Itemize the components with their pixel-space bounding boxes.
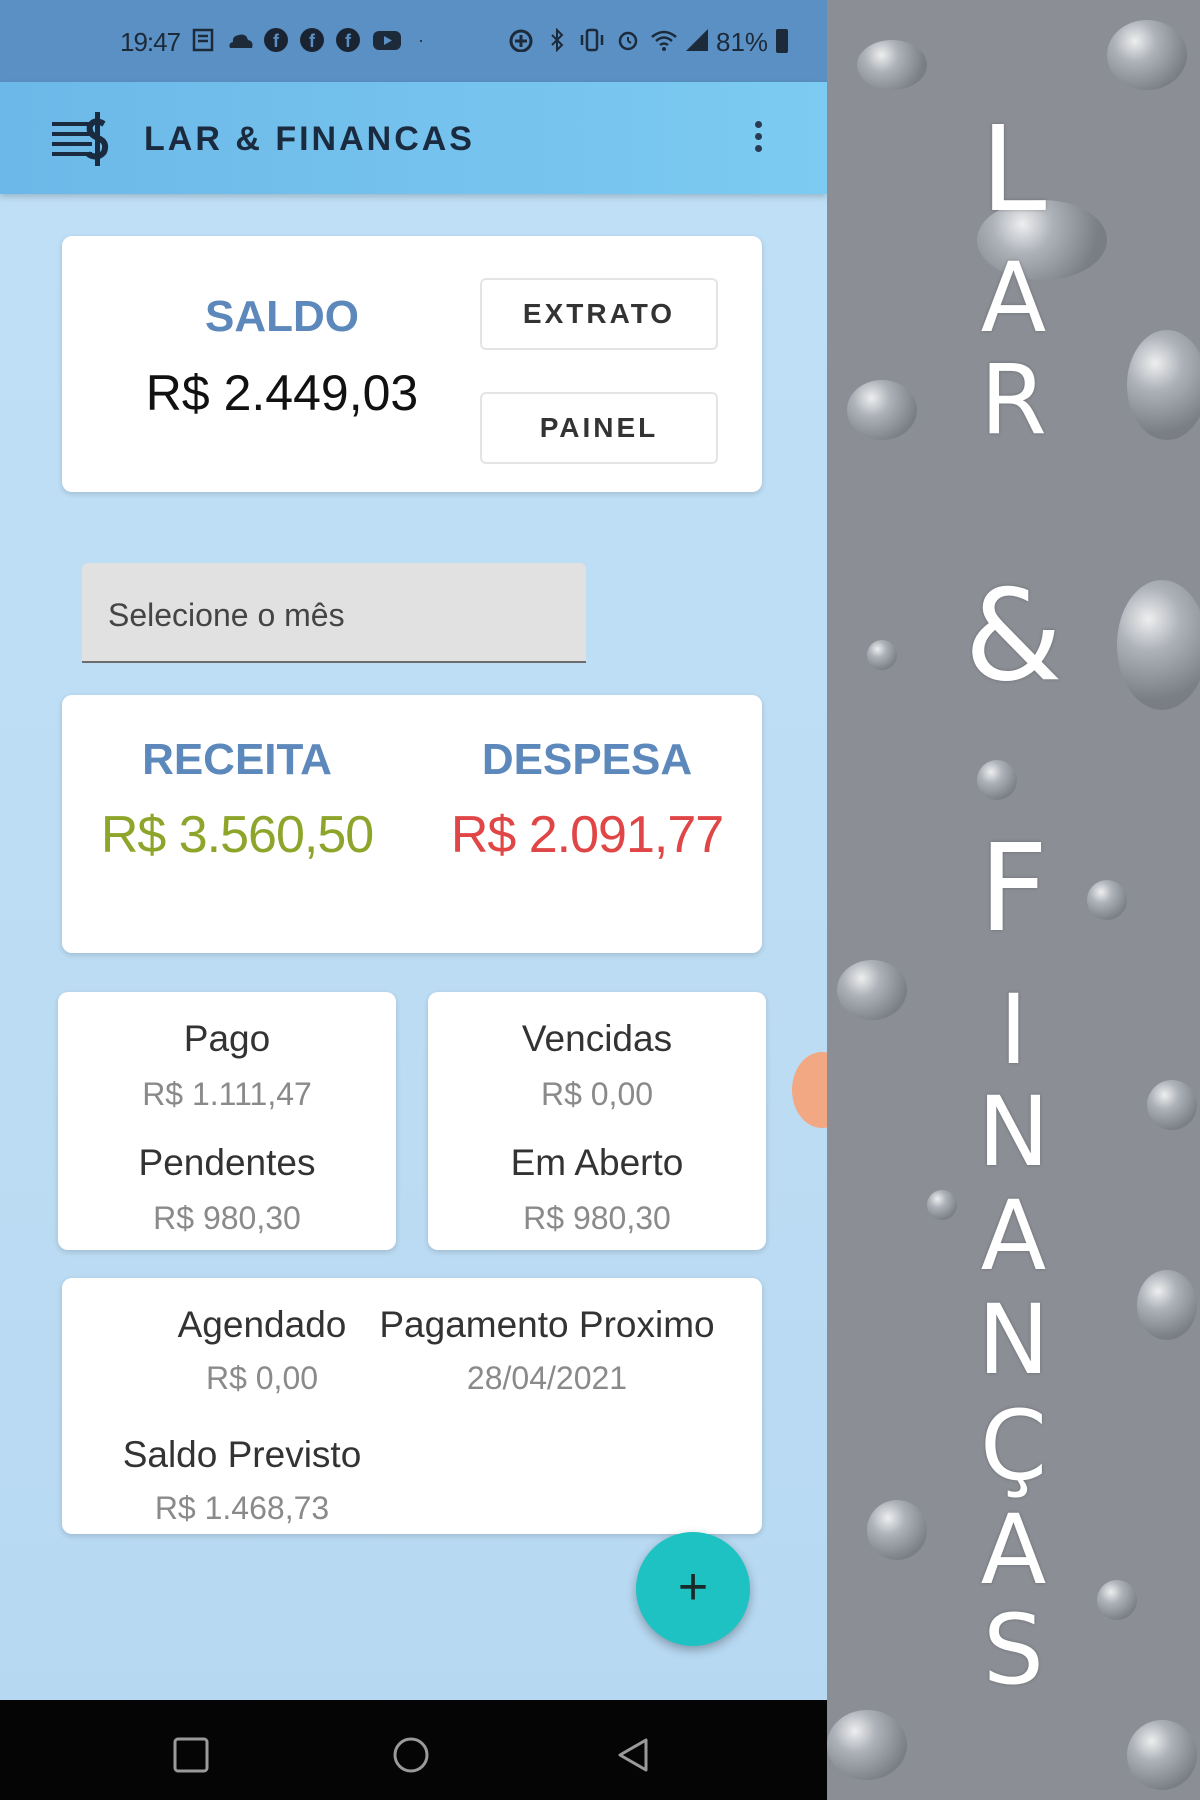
- water-drop: [1127, 1720, 1197, 1790]
- banner-letter: S: [983, 1594, 1044, 1706]
- phone-screen: 19:47 f f f · 81% LAR & FINANCAS SALDO R…: [0, 0, 827, 1800]
- income-summary: RECEITA R$ 3.560,50: [62, 735, 412, 865]
- balance-label: SALDO: [205, 292, 359, 341]
- facebook-icon: f: [336, 28, 360, 52]
- next-payment-cell: Pagamento Proximo 28/04/2021: [362, 1304, 732, 1397]
- vibrate-icon: [580, 28, 604, 52]
- more-vert-icon[interactable]: [748, 118, 768, 158]
- expense-summary: DESPESA R$ 2.091,77: [412, 735, 762, 865]
- app-title: LAR & FINANCAS: [144, 120, 475, 158]
- banner-letter: N: [977, 1076, 1050, 1188]
- month-select-field[interactable]: Selecione o mês: [82, 563, 586, 663]
- side-banner: L A R & F I N A N Ç A S: [827, 0, 1200, 1800]
- cloud-icon: [229, 34, 253, 48]
- scheduled-value: R$ 0,00: [205, 1360, 319, 1396]
- banner-letter: &: [964, 562, 1063, 709]
- banner-letter: A: [980, 1494, 1047, 1606]
- bluetooth-icon: [551, 28, 564, 52]
- month-select-placeholder: Selecione o mês: [108, 597, 345, 633]
- overdue-label: Vencidas: [521, 1018, 673, 1059]
- next-payment-label: Pagamento Proximo: [379, 1304, 715, 1345]
- water-drop: [1107, 20, 1187, 90]
- scheduled-cell: Agendado R$ 0,00: [152, 1304, 372, 1397]
- water-drop: [827, 1710, 907, 1780]
- banner-letter: R: [980, 344, 1047, 456]
- overdue-open-card: Vencidas R$ 0,00 Em Aberto R$ 980,30: [428, 992, 766, 1250]
- income-label: RECEITA: [142, 735, 332, 784]
- forecast-balance-cell: Saldo Previsto R$ 1.468,73: [122, 1434, 362, 1527]
- more-notifications-icon: ·: [418, 30, 424, 50]
- pending-label: Pendentes: [138, 1142, 316, 1183]
- facebook-icon: f: [300, 28, 324, 52]
- balance-value: R$ 2.449,03: [145, 365, 419, 421]
- battery-percent: 81%: [716, 27, 769, 57]
- paid-label: Pago: [183, 1018, 271, 1059]
- dollar-menu-icon[interactable]: [50, 110, 110, 168]
- open-label: Em Aberto: [510, 1142, 684, 1183]
- overdue-value: R$ 0,00: [540, 1076, 654, 1112]
- pending-value: R$ 980,30: [153, 1200, 301, 1236]
- circle-icon[interactable]: [392, 1736, 430, 1774]
- water-drop: [977, 760, 1017, 800]
- banner-letter: L: [980, 100, 1047, 238]
- status-time: 19:47: [120, 27, 181, 57]
- expense-label: DESPESA: [481, 735, 693, 784]
- youtube-icon: [373, 31, 401, 50]
- signal-icon: [686, 29, 708, 51]
- banner-letter: F: [978, 820, 1049, 959]
- banner-letter: N: [977, 1284, 1050, 1396]
- statement-button[interactable]: EXTRATO: [480, 278, 718, 350]
- add-button[interactable]: +: [636, 1532, 750, 1646]
- battery-icon: [776, 29, 788, 53]
- forecast-balance-value: R$ 1.468,73: [154, 1490, 330, 1526]
- triangle-back-icon[interactable]: [614, 1736, 652, 1774]
- balance-card: SALDO R$ 2.449,03 EXTRATO PAINEL: [62, 236, 762, 492]
- water-drop: [857, 40, 927, 90]
- forecast-balance-label: Saldo Previsto: [122, 1434, 362, 1475]
- scheduled-label: Agendado: [177, 1304, 347, 1345]
- facebook-icon: f: [264, 28, 288, 52]
- floating-bubble[interactable]: [792, 1052, 827, 1128]
- news-icon: [192, 28, 214, 52]
- app-bar: LAR & FINANCAS: [0, 82, 827, 194]
- banner-letter: A: [980, 1180, 1047, 1292]
- open-value: R$ 980,30: [523, 1200, 671, 1236]
- banner-letter: A: [980, 242, 1047, 354]
- banner-letter: Ç: [979, 1390, 1048, 1502]
- expense-value: R$ 2.091,77: [450, 806, 724, 864]
- wifi-icon: [651, 30, 677, 51]
- income-value: R$ 3.560,50: [100, 806, 374, 864]
- forecast-card: Agendado R$ 0,00 Pagamento Proximo 28/04…: [62, 1278, 762, 1534]
- navigation-bar: [0, 1700, 827, 1800]
- paid-pending-card: Pago R$ 1.111,47 Pendentes R$ 980,30: [58, 992, 396, 1250]
- dashboard-button[interactable]: PAINEL: [480, 392, 718, 464]
- next-payment-date: 28/04/2021: [466, 1360, 628, 1396]
- alarm-icon: [618, 31, 638, 51]
- banner-letter: I: [999, 974, 1028, 1086]
- status-bar: 19:47 f f f · 81%: [0, 0, 827, 82]
- sync-icon: [509, 29, 533, 52]
- square-icon[interactable]: [172, 1736, 210, 1774]
- paid-value: R$ 1.111,47: [142, 1076, 312, 1112]
- income-expense-card: RECEITA R$ 3.560,50 DESPESA R$ 2.091,77: [62, 695, 762, 953]
